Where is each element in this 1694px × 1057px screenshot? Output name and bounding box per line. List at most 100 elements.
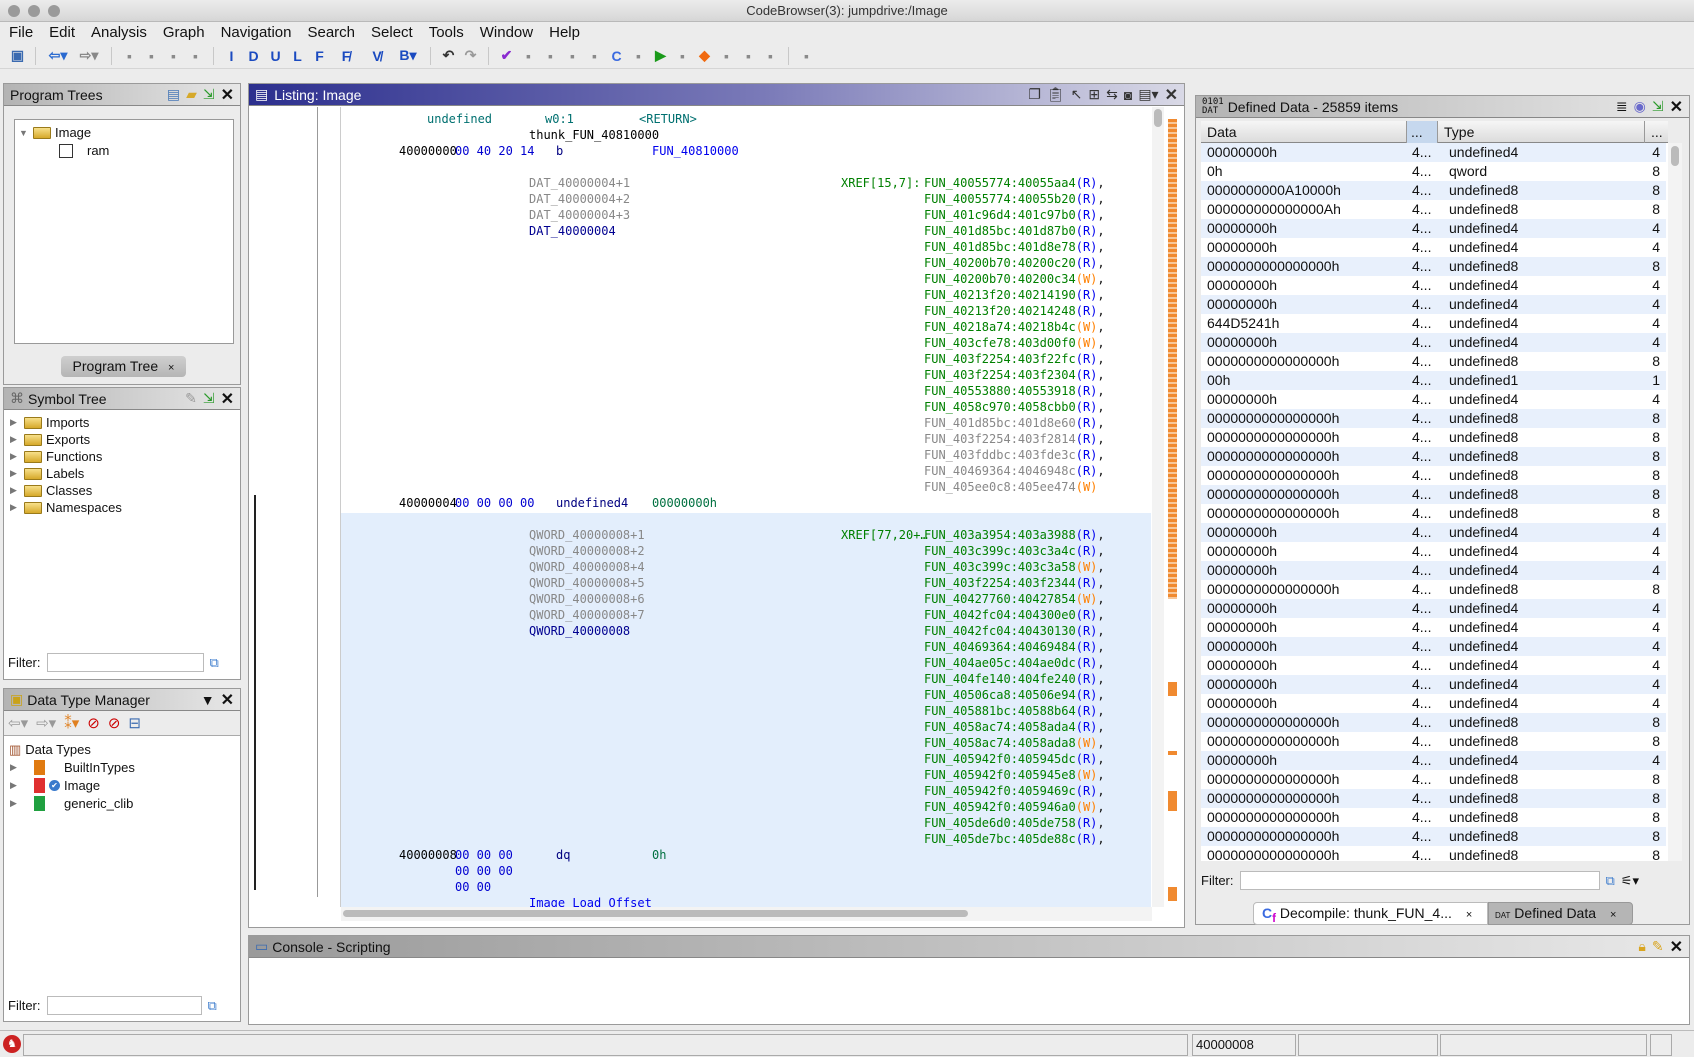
tree-node-data-types[interactable]: ▥ Data Types (9, 741, 91, 758)
next-data-icon[interactable]: D (244, 46, 263, 65)
xref[interactable]: FUN_403c399c:403c3a4c(R), (924, 543, 1105, 559)
listing-line[interactable]: FUN_40553880:40553918(R), (341, 383, 1151, 399)
xref-function[interactable]: FUN_40200b70:40200c34 (924, 272, 1076, 286)
table-row[interactable]: 0000000000000000h 4... undefined8 8 (1201, 713, 1666, 732)
listing-line[interactable]: FUN_40200b70:40200c34(W), (341, 271, 1151, 287)
refresh-icon[interactable]: ◉ (1634, 98, 1646, 115)
xref[interactable]: FUN_401d85bc:401d8e60(R), (924, 415, 1105, 431)
menu-file[interactable]: File (9, 24, 43, 41)
save-icon[interactable]: ▣ (8, 46, 27, 65)
listing-line[interactable]: QWORD_40000008+6 FUN_40427760:40427854(W)… (341, 591, 1151, 607)
listing-line[interactable]: FUN_403f2254:403f22fc(R), (341, 351, 1151, 367)
close-icon[interactable]: ✕ (1670, 97, 1683, 117)
xref-function[interactable]: FUN_401d85bc:401d8e78 (924, 240, 1076, 254)
listing-line[interactable]: thunk_FUN_40810000 (341, 127, 1151, 143)
listing-line[interactable]: FUN_4058c970:4058cbb0(R), (341, 399, 1151, 415)
xref-function[interactable]: FUN_401c96d4:401c97b0 (924, 208, 1076, 222)
copy-icon[interactable]: ❐ (1028, 86, 1041, 103)
listing-line[interactable]: 40000008 00 00 00 dq 0h (341, 847, 1151, 863)
dtm-filter-input[interactable] (46, 996, 202, 1015)
table-icon[interactable]: ▪ (717, 46, 736, 65)
listing-line[interactable]: FUN_405942f0:405945e8(W), (341, 767, 1151, 783)
xref[interactable]: FUN_40055774:40055aa4(R), (924, 175, 1105, 191)
tab-close-button[interactable]: × (168, 362, 174, 374)
xref-function[interactable]: FUN_4058ac74:4058ada4 (924, 720, 1076, 734)
run-icon[interactable]: ▶ (651, 46, 670, 65)
tree-node-image[interactable]: ▼ Image (19, 124, 91, 141)
menu-navigation[interactable]: Navigation (221, 24, 302, 41)
function-graph-icon[interactable]: ▪ (629, 46, 648, 65)
paste-icon[interactable]: 📋︎ (1047, 86, 1065, 103)
filter-arrays-icon[interactable]: ⊘ (108, 714, 121, 732)
xref-function[interactable]: FUN_405942f0:405946a0 (924, 800, 1076, 814)
xref-function[interactable]: FUN_403f2254:403f22fc (924, 352, 1076, 366)
xref-function[interactable]: FUN_4042fc04:404300e0 (924, 608, 1076, 622)
next-highlight-icon[interactable]: ▪ (186, 46, 205, 65)
column-header-type[interactable]: Type (1444, 121, 1474, 143)
listing-line[interactable] (341, 511, 1151, 527)
listing-line[interactable]: 00 00 00 (341, 863, 1151, 879)
menu-dropdown-icon[interactable]: ▼ (201, 692, 215, 708)
listing-line[interactable]: FUN_403f2254:403f2814(R), (341, 431, 1151, 447)
menu-search[interactable]: Search (307, 24, 365, 41)
listing-line[interactable]: QWORD_40000008+4 FUN_403c399c:403c3a58(W)… (341, 559, 1151, 575)
ghidra-dragon-icon[interactable]: ♞ (3, 1035, 21, 1053)
table-row[interactable]: 00000000h 4... undefined4 4 (1201, 637, 1666, 656)
next-label-icon[interactable]: L (288, 46, 307, 65)
menu-graph[interactable]: Graph (163, 24, 215, 41)
xref-function[interactable]: FUN_401d85bc:401d87b0 (924, 224, 1076, 238)
xref[interactable]: FUN_405de6d0:405de758(R), (924, 815, 1105, 831)
tree-icon[interactable]: ▪ (761, 46, 780, 65)
xref[interactable]: FUN_40553880:40553918(R), (924, 383, 1105, 399)
listing-line[interactable]: FUN_401d85bc:401d8e60(R), (341, 415, 1151, 431)
listing-line[interactable]: QWORD_40000008+7 FUN_4042fc04:404300e0(R)… (341, 607, 1151, 623)
symbol-tree-item-imports[interactable]: ▶ Imports (10, 414, 89, 431)
xref-function[interactable]: FUN_405942f0:405945dc (924, 752, 1076, 766)
menu-help[interactable]: Help (549, 24, 590, 41)
menu-window[interactable]: Window (480, 24, 543, 41)
filter-options-icon[interactable]: ⧉ (1606, 873, 1615, 889)
listing-line[interactable]: QWORD_40000008+1 XREF[77,20+… FUN_403a3954… (341, 527, 1151, 543)
table-row[interactable]: 0000000000000000h 4... undefined8 8 (1201, 352, 1666, 371)
xref-function[interactable]: FUN_40553880:40553918 (924, 384, 1076, 398)
listing-line[interactable]: DAT_40000004+2 FUN_40055774:40055b20(R), (341, 191, 1151, 207)
listing-line[interactable]: FUN_40213f20:40214248(R), (341, 303, 1151, 319)
table-row[interactable]: 0000000000000000h 4... undefined8 8 (1201, 466, 1666, 485)
forward-icon[interactable]: ⇨▾ (75, 46, 103, 65)
xref-function[interactable]: FUN_403f2254:403f2304 (924, 368, 1076, 382)
xref[interactable]: FUN_403f2254:403f2344(R), (924, 575, 1105, 591)
table-row[interactable]: 0000000000000000h 4... undefined8 8 (1201, 789, 1666, 808)
filter-arrows-icon[interactable]: ⁑▾ (64, 714, 79, 732)
xref[interactable]: FUN_405ee0c8:405ee474(W) (924, 479, 1097, 495)
snapshot-icon[interactable]: ◙ (1124, 87, 1132, 103)
column-filter-icon[interactable]: ⚟▾ (1621, 873, 1639, 889)
next-instruction-icon[interactable]: I (222, 46, 241, 65)
table-row[interactable]: 0000000000000000h 4... undefined8 8 (1201, 846, 1666, 861)
listing-line[interactable]: DAT_40000004 FUN_401d85bc:401d87b0(R), (341, 223, 1151, 239)
xref[interactable]: FUN_405881bc:40588b64(R), (924, 703, 1105, 719)
memory-icon[interactable]: ▪ (673, 46, 692, 65)
table-row[interactable]: 0000000000A10000h 4... undefined8 8 (1201, 181, 1666, 200)
menu-select[interactable]: Select (371, 24, 423, 41)
table-row[interactable]: 00000000h 4... undefined4 4 (1201, 390, 1666, 409)
open-folder-icon[interactable]: ▰ (186, 86, 197, 103)
xref-function[interactable]: FUN_40427760:40427854 (924, 592, 1076, 606)
xref[interactable]: FUN_403fddbc:403fde3c(R), (924, 447, 1105, 463)
next-selected-icon[interactable]: ▪ (142, 46, 161, 65)
xref[interactable]: FUN_4058ac74:4058ada8(W), (924, 735, 1105, 751)
xref[interactable]: FUN_40427760:40427854(W), (924, 591, 1105, 607)
xref-function[interactable]: FUN_4058c970:4058cbb0 (924, 400, 1076, 414)
redo-icon[interactable]: ↷ (461, 46, 480, 65)
debug-icon[interactable]: ▪ (797, 46, 816, 65)
xref[interactable]: FUN_403a3954:403a3988(R), (924, 527, 1105, 543)
tree-node-ram[interactable]: ram (59, 142, 109, 159)
xref[interactable]: FUN_405de7bc:405de88c(R), (924, 831, 1105, 847)
table-row[interactable]: 00000000h 4... undefined4 4 (1201, 561, 1666, 580)
column-header-data[interactable]: Data (1207, 121, 1237, 143)
table-row[interactable]: 0000000000000000h 4... undefined8 8 (1201, 409, 1666, 428)
xref[interactable]: FUN_40506ca8:40506e94(R), (924, 687, 1105, 703)
listing-line[interactable]: FUN_40213f20:40214190(R), (341, 287, 1151, 303)
xref[interactable]: FUN_4058ac74:4058ada4(R), (924, 719, 1105, 735)
options-dropdown-icon[interactable]: ▤▾ (1138, 86, 1158, 103)
xref[interactable]: FUN_405942f0:405945e8(W), (924, 767, 1105, 783)
